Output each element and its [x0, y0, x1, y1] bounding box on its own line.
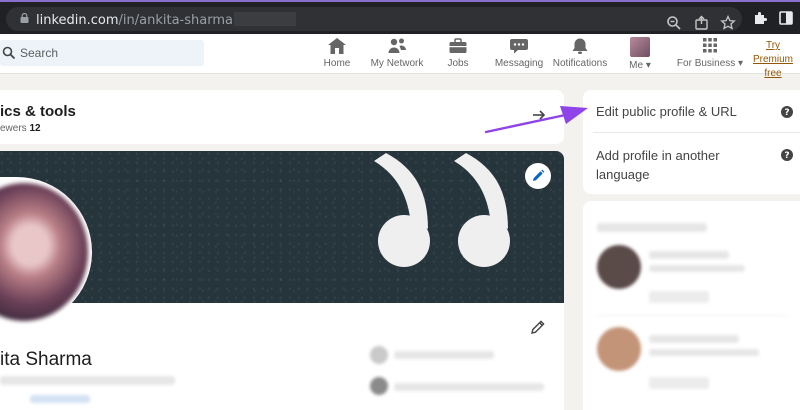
search-icon [2, 46, 16, 60]
nav-home[interactable]: Home [322, 37, 352, 71]
nav-label: Jobs [447, 58, 469, 69]
linkedin-navbar: Home My Network Jobs Messaging Notificat… [0, 34, 800, 79]
url-path: /in/ankita-sharma [118, 13, 233, 28]
nav-for-business[interactable]: For Business ▾ [677, 37, 743, 71]
help-icon[interactable]: ? [781, 149, 793, 161]
url-domain: linkedin.com [36, 13, 119, 28]
blurred-link [30, 395, 90, 403]
profile-card: ita Sharma [0, 151, 564, 410]
search-input[interactable] [20, 44, 190, 62]
blurred-school-logo [370, 377, 388, 395]
blurred-button [649, 377, 709, 389]
search-box[interactable] [0, 40, 204, 66]
zoom-icon[interactable] [666, 15, 682, 31]
blurred-company [394, 351, 494, 359]
viewers-label: ewers [0, 123, 27, 134]
bookmark-star-icon[interactable] [720, 15, 736, 31]
blurred-title [649, 265, 745, 272]
blurred-headline [0, 376, 175, 385]
nav-notifications[interactable]: Notifications [552, 37, 608, 71]
grid-icon [703, 38, 717, 53]
side-panel-icon[interactable] [778, 10, 794, 26]
help-icon[interactable]: ? [781, 106, 793, 118]
nav-me-label: Me [629, 60, 644, 71]
svg-text:?: ? [784, 151, 789, 161]
extensions-icon[interactable] [752, 10, 768, 26]
pencil-icon [533, 169, 545, 181]
briefcase-icon [449, 38, 467, 53]
nav-my-network[interactable]: My Network [368, 37, 426, 71]
nav-label: For Business ▾ [676, 58, 744, 69]
address-bar[interactable]: linkedin.com/in/ankita-sharma [6, 7, 742, 31]
premium-line-1: Try Premium [752, 40, 793, 65]
divider [597, 315, 787, 316]
add-profile-language-link[interactable]: Add profile in another language [596, 146, 720, 184]
blurred-button [649, 291, 709, 303]
analytics-title: ics & tools [0, 103, 76, 120]
blurred-heading [597, 223, 707, 232]
nav-messaging[interactable]: Messaging [494, 37, 544, 71]
blurred-school [394, 383, 544, 391]
blurred-name [649, 251, 729, 259]
blurred-name [649, 335, 739, 343]
try-premium-link[interactable]: Try Premium free [746, 39, 800, 81]
url-redacted [233, 12, 296, 26]
lock-icon [20, 13, 29, 23]
profile-settings-card: Edit public profile & URL ? Add profile … [583, 90, 800, 194]
nav-label: My Network [370, 58, 424, 69]
browser-toolbar: linkedin.com/in/ankita-sharma [0, 0, 800, 34]
nav-business-label: For Business [676, 58, 736, 69]
share-icon[interactable] [694, 15, 710, 31]
blurred-company-logo [370, 346, 388, 364]
suggestions-card [583, 201, 800, 410]
nav-label: Notifications [552, 58, 608, 69]
svg-text:?: ? [784, 108, 789, 118]
edit-banner-button[interactable] [525, 163, 551, 189]
viewers-count: 12 [29, 123, 41, 134]
divider [593, 132, 800, 133]
add-language-line-1: Add profile in another [596, 148, 720, 163]
blurred-title [649, 349, 759, 356]
bell-icon [572, 38, 588, 54]
analytics-tools-card[interactable]: ics & tools ewers 12 [0, 90, 564, 144]
quote-marks-graphic [374, 153, 510, 267]
profile-name: ita Sharma [0, 349, 92, 370]
network-icon [388, 38, 406, 53]
analytics-subtitle: ewers 12 [0, 123, 41, 134]
nav-me[interactable]: Me ▾ [625, 37, 655, 71]
edit-public-profile-link[interactable]: Edit public profile & URL [596, 102, 737, 121]
blurred-avatar [597, 245, 641, 289]
nav-label: Home [323, 58, 351, 69]
nav-label: Messaging [494, 58, 544, 69]
edit-profile-pencil-icon[interactable] [530, 319, 546, 335]
avatar [630, 37, 650, 57]
chat-icon [510, 39, 528, 54]
annotation-arrow [484, 106, 588, 134]
url-text[interactable]: linkedin.com/in/ankita-sharma [36, 12, 296, 28]
nav-jobs[interactable]: Jobs [443, 37, 473, 71]
home-icon [328, 38, 346, 54]
blurred-avatar [597, 327, 641, 371]
nav-label: Me ▾ [629, 60, 651, 71]
add-language-line-2: language [596, 167, 650, 182]
premium-line-2: free [764, 68, 782, 79]
